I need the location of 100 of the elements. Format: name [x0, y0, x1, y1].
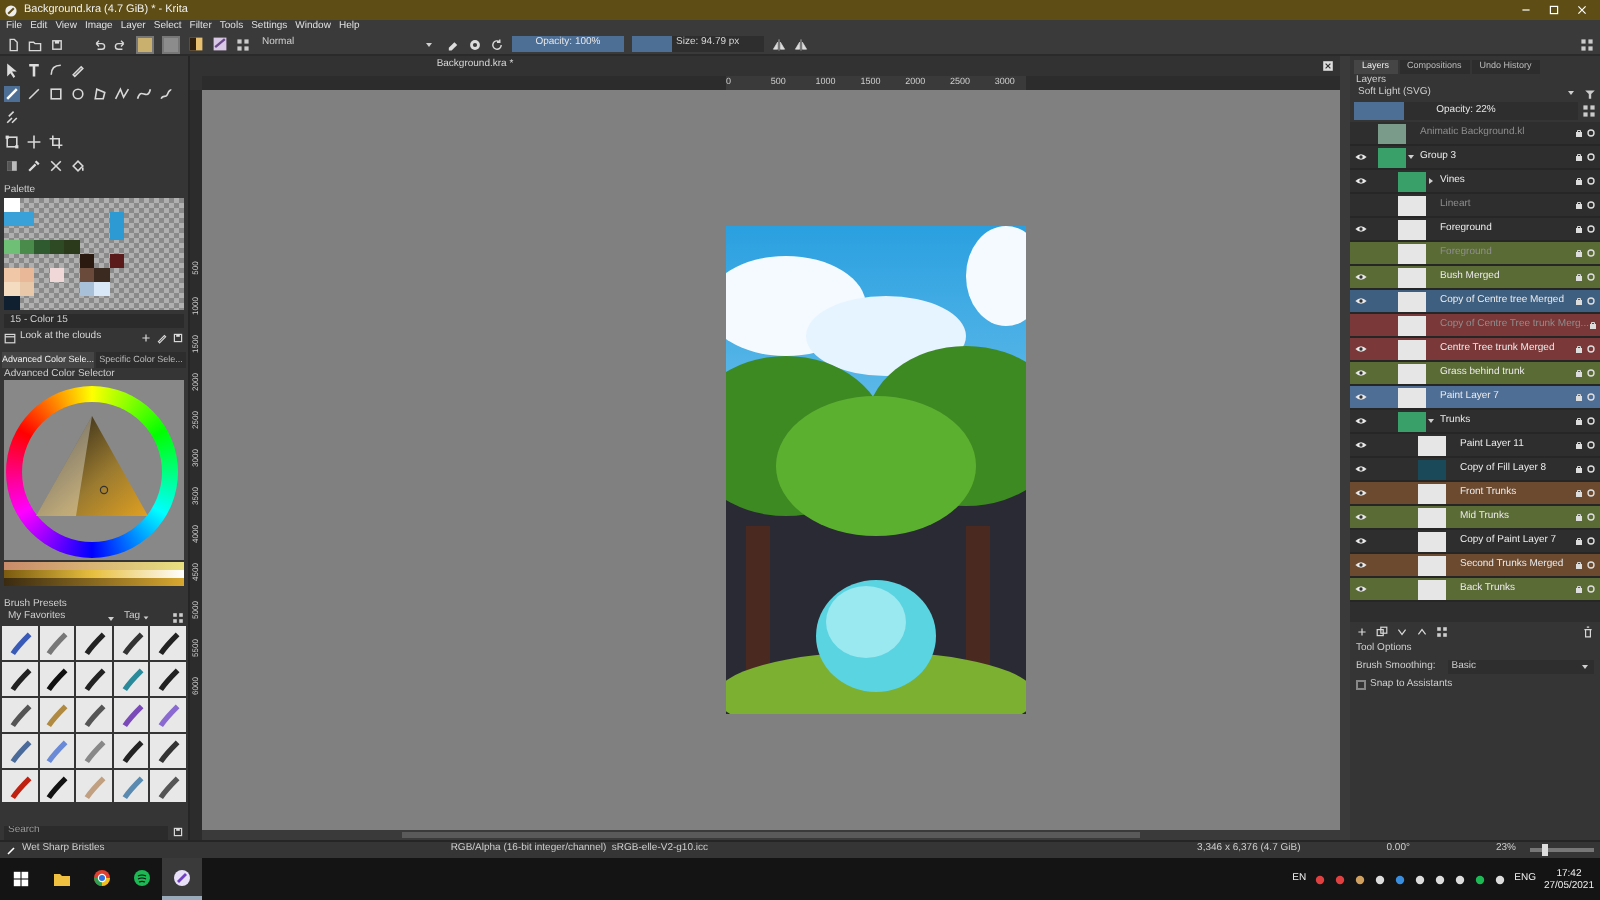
- open-folder-icon[interactable]: [28, 37, 42, 51]
- ring-icon[interactable]: [1586, 272, 1596, 282]
- brush-preset-thumbnail[interactable]: [39, 626, 75, 660]
- lock-icon[interactable]: [1574, 152, 1584, 162]
- brush-preset-thumbnail[interactable]: [113, 698, 149, 732]
- eye-icon[interactable]: [1353, 534, 1367, 548]
- lock-icon[interactable]: [1574, 344, 1584, 354]
- color-gradient-bar[interactable]: [4, 578, 184, 586]
- ring-icon[interactable]: [1586, 464, 1596, 474]
- ring-icon[interactable]: [1586, 248, 1596, 258]
- brush-preset-thumbnail[interactable]: [39, 662, 75, 696]
- expand-caret-icon[interactable]: [1426, 416, 1436, 426]
- plus-icon[interactable]: [140, 331, 152, 343]
- eye-icon[interactable]: [1353, 174, 1367, 188]
- ring-icon[interactable]: [1586, 536, 1596, 546]
- eye-icon[interactable]: [1353, 150, 1367, 164]
- zoom-slider-thumb[interactable]: [1542, 844, 1549, 856]
- lock-icon[interactable]: [1574, 440, 1584, 450]
- lock-icon[interactable]: [1574, 248, 1584, 258]
- brush-preset-thumbnail[interactable]: [150, 626, 186, 660]
- lock-icon[interactable]: [1574, 416, 1584, 426]
- color-gradient-bar[interactable]: [4, 562, 184, 570]
- redo-icon[interactable]: [114, 37, 128, 51]
- polygon-icon[interactable]: [92, 85, 108, 101]
- eye-icon[interactable]: [1353, 558, 1367, 572]
- grid-icon[interactable]: [236, 37, 250, 51]
- minimize-icon[interactable]: [1520, 4, 1532, 16]
- ring-icon[interactable]: [1586, 152, 1596, 162]
- windows-logo-icon[interactable]: [12, 870, 30, 888]
- ring-icon[interactable]: [1586, 176, 1596, 186]
- ring-icon[interactable]: [1586, 512, 1596, 522]
- ring-icon[interactable]: [1586, 200, 1596, 210]
- brush-preset-thumbnail[interactable]: [76, 734, 112, 768]
- lock-icon[interactable]: [1574, 224, 1584, 234]
- eye-icon[interactable]: [1353, 462, 1367, 476]
- fill-icon[interactable]: [70, 157, 86, 173]
- workspace-icon[interactable]: [1580, 37, 1594, 51]
- new-document-icon[interactable]: [6, 37, 20, 51]
- text-tool-icon[interactable]: [26, 61, 42, 77]
- crop-icon[interactable]: [48, 133, 64, 149]
- mirror-icon[interactable]: [772, 37, 786, 51]
- line-icon[interactable]: [26, 85, 42, 101]
- lock-icon[interactable]: [1574, 128, 1584, 138]
- expand-caret-icon[interactable]: [1426, 176, 1436, 186]
- lock-icon[interactable]: [1574, 296, 1584, 306]
- down-chevron-icon[interactable]: [1396, 626, 1408, 638]
- ring-icon[interactable]: [1586, 488, 1596, 498]
- expand-caret-icon[interactable]: [1406, 152, 1416, 162]
- brush-preset-thumbnail[interactable]: [2, 734, 38, 768]
- maximize-icon[interactable]: [1548, 4, 1560, 16]
- eye-icon[interactable]: [1353, 222, 1367, 236]
- curve-icon[interactable]: [48, 61, 64, 77]
- taskbar-app[interactable]: [162, 858, 202, 900]
- eye-icon[interactable]: [1353, 438, 1367, 452]
- ring-icon[interactable]: [1586, 416, 1596, 426]
- pen-icon[interactable]: [70, 61, 86, 77]
- ring-icon[interactable]: [1586, 584, 1596, 594]
- save-icon[interactable]: [172, 826, 184, 838]
- eye-icon[interactable]: [1353, 366, 1367, 380]
- cross-icon[interactable]: [48, 157, 64, 173]
- gradient-icon[interactable]: [188, 36, 204, 52]
- brush-preset-thumbnail[interactable]: [76, 662, 112, 696]
- trash-icon[interactable]: [1582, 626, 1594, 638]
- ellipse-icon[interactable]: [70, 85, 86, 101]
- lock-icon[interactable]: [1574, 464, 1584, 474]
- brush-preset-thumbnail[interactable]: [2, 698, 38, 732]
- lock-icon[interactable]: [1574, 584, 1584, 594]
- brush-preset-thumbnail[interactable]: [150, 698, 186, 732]
- save-icon[interactable]: [50, 37, 64, 51]
- reload-icon[interactable]: [490, 37, 504, 51]
- eye-icon[interactable]: [1353, 582, 1367, 596]
- ring-icon[interactable]: [1586, 368, 1596, 378]
- brush-preset-thumbnail[interactable]: [150, 770, 186, 802]
- brush-preset-thumbnail[interactable]: [76, 626, 112, 660]
- eye-icon[interactable]: [1353, 294, 1367, 308]
- up-chevron-icon[interactable]: [1416, 626, 1428, 638]
- brush-preset-thumbnail[interactable]: [39, 770, 75, 802]
- brush-preset-thumbnail[interactable]: [113, 770, 149, 802]
- horizontal-scrollbar[interactable]: [202, 830, 1340, 840]
- grid-icon[interactable]: [1436, 626, 1448, 638]
- plus-icon[interactable]: [1356, 626, 1368, 638]
- eye-icon[interactable]: [1353, 510, 1367, 524]
- pattern-icon[interactable]: [212, 36, 228, 52]
- lock-icon[interactable]: [1574, 536, 1584, 546]
- move-icon[interactable]: [26, 133, 42, 149]
- color-triangle[interactable]: [32, 412, 152, 520]
- eye-icon[interactable]: [1353, 270, 1367, 284]
- brush-preset-thumbnail[interactable]: [113, 626, 149, 660]
- pen-icon[interactable]: [156, 331, 168, 343]
- brush-preset-thumbnail[interactable]: [2, 662, 38, 696]
- undo-icon[interactable]: [92, 37, 106, 51]
- brush-preset-thumbnail[interactable]: [39, 734, 75, 768]
- lock-icon[interactable]: [1574, 272, 1584, 282]
- brush-preset-thumbnail[interactable]: [2, 770, 38, 802]
- polyline-icon[interactable]: [114, 85, 130, 101]
- lock-icon[interactable]: [1574, 176, 1584, 186]
- brush-icon[interactable]: [4, 85, 20, 101]
- brush-preset-thumbnail[interactable]: [76, 770, 112, 802]
- checkbox[interactable]: [1356, 680, 1366, 690]
- lock-icon[interactable]: [1574, 200, 1584, 210]
